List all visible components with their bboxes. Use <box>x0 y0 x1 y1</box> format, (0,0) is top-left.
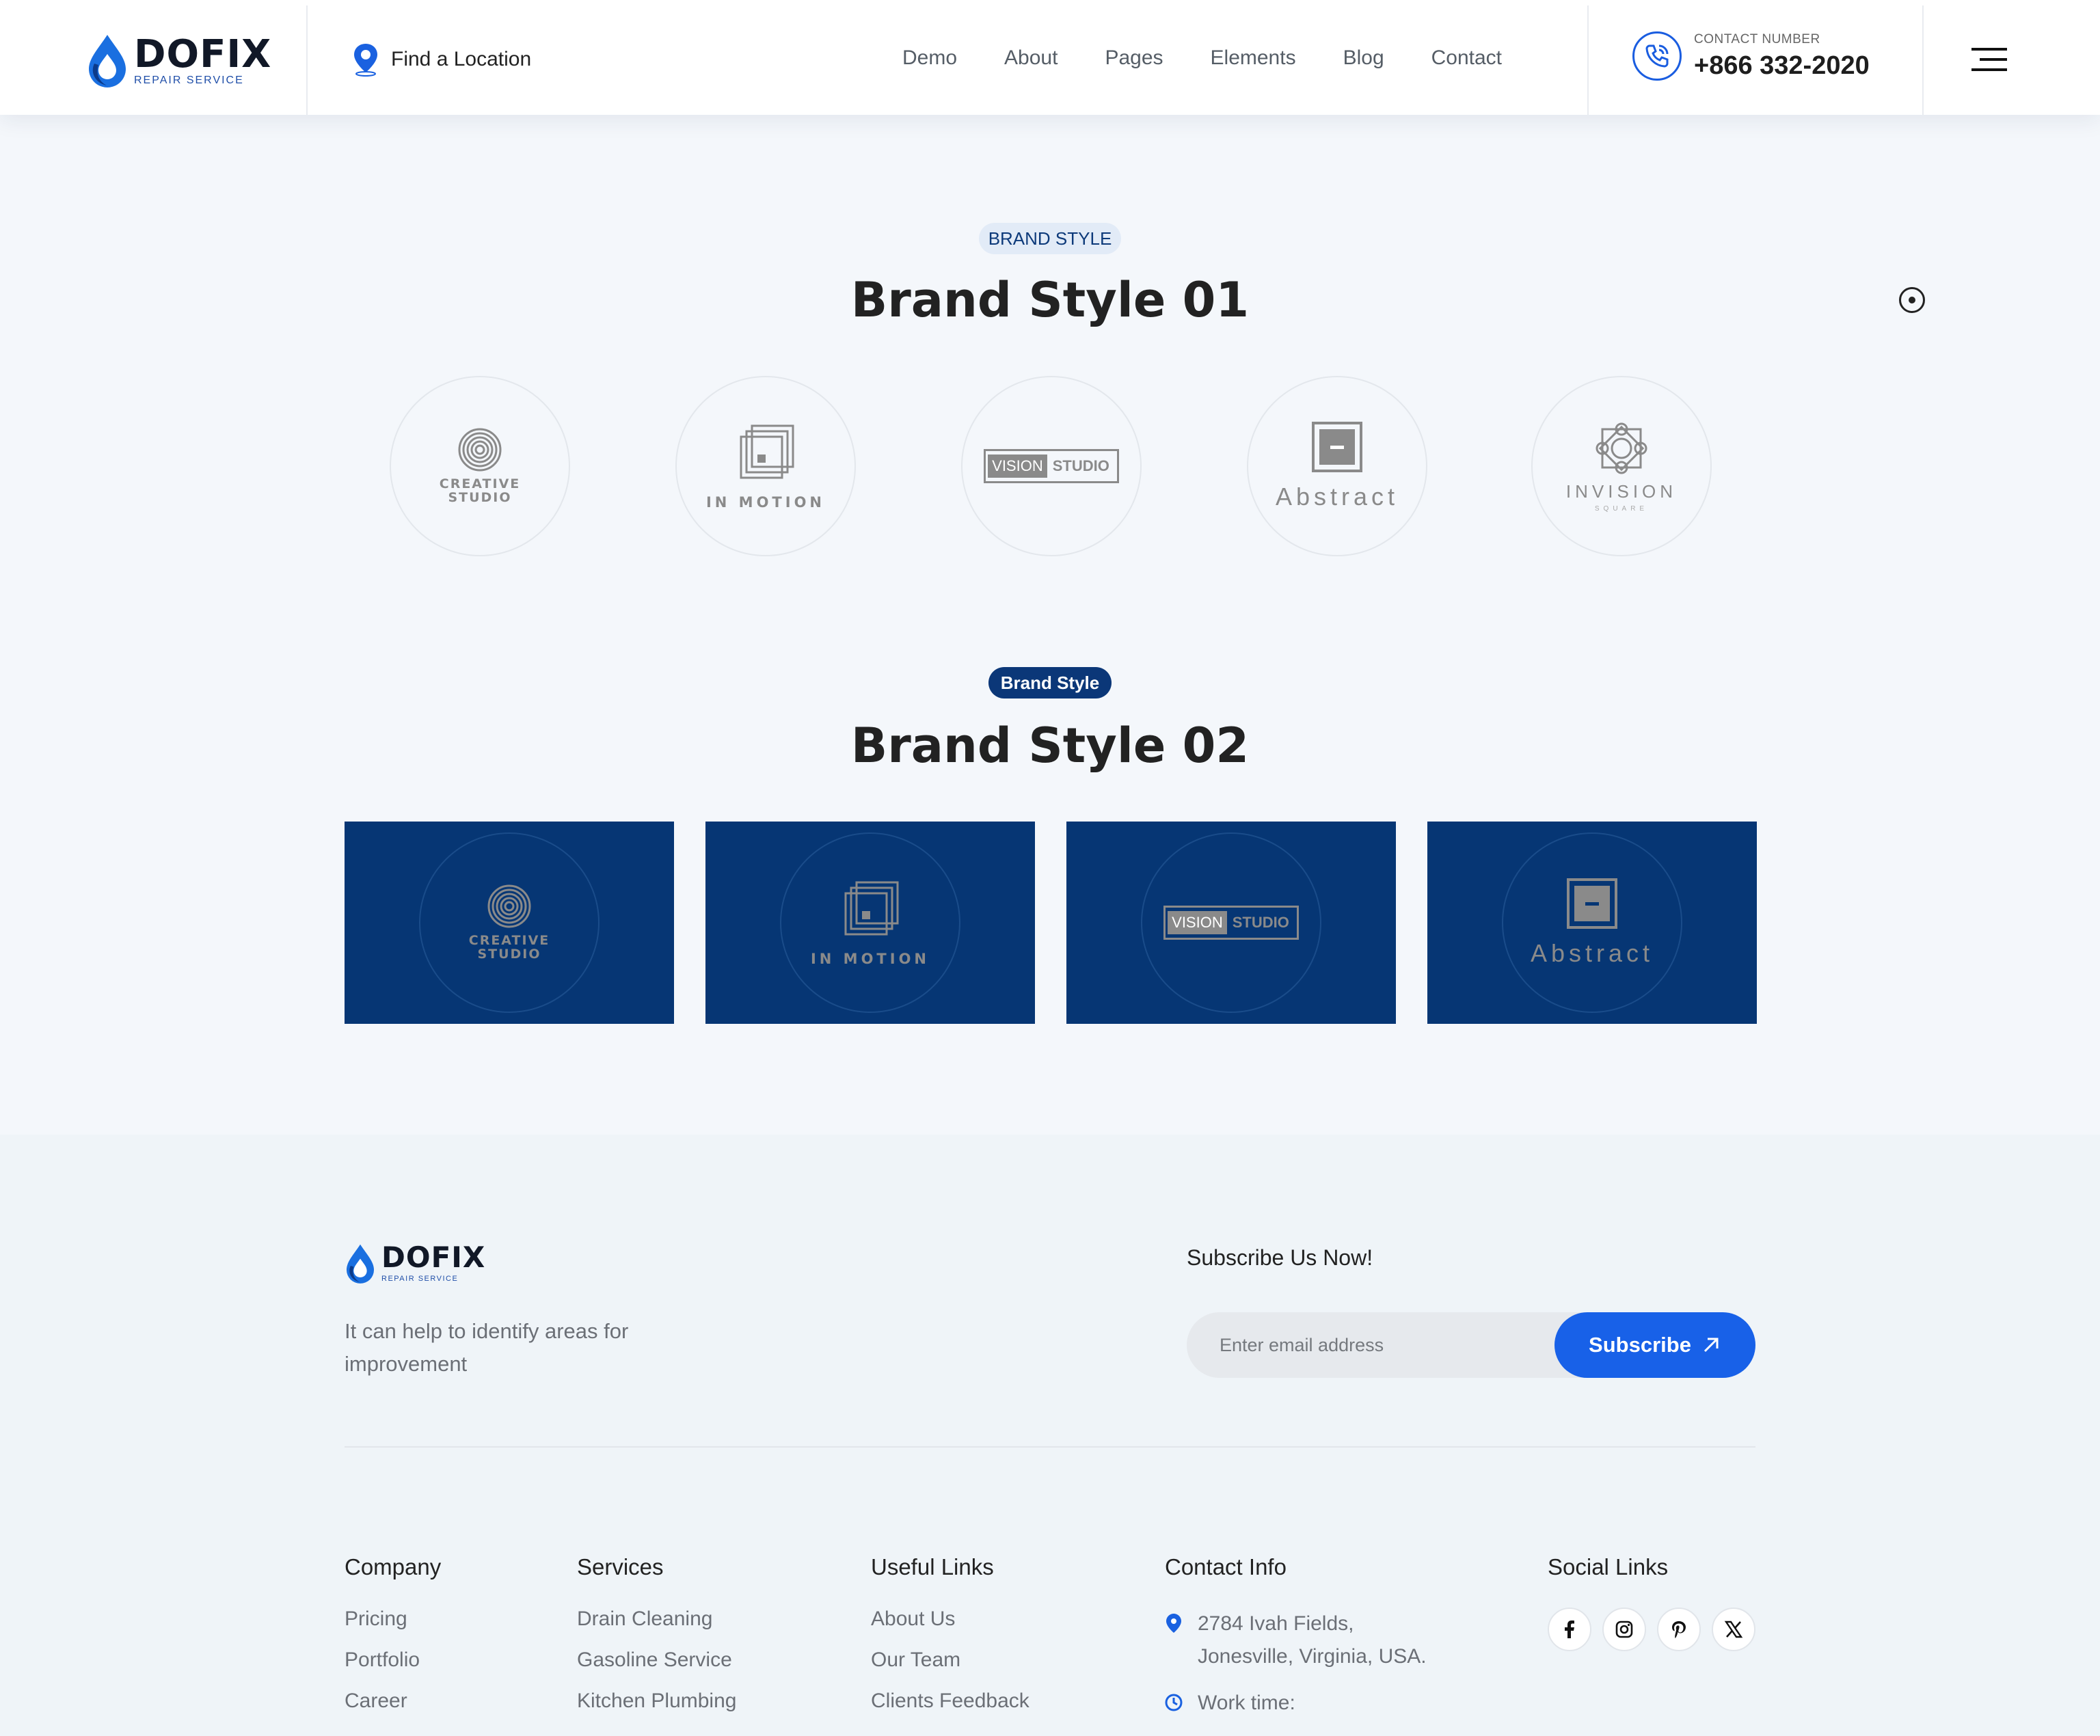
section-title-brand-style-01: Brand Style 01 <box>850 272 1250 328</box>
header-divider <box>1922 5 1924 115</box>
section-title-brand-style-02: Brand Style 02 <box>850 718 1250 774</box>
minus-square-icon <box>1312 422 1362 472</box>
nav-about[interactable]: About <box>1004 46 1058 70</box>
footer-link-career[interactable]: Career <box>345 1690 441 1713</box>
footer-link-pricing[interactable]: Pricing <box>345 1608 441 1631</box>
find-location-link[interactable]: Find a Location <box>350 42 531 77</box>
footer-logo-wordmark: DOFIX <box>381 1240 486 1274</box>
nav-demo[interactable]: Demo <box>902 46 957 70</box>
footer-col-social-links: Social Links <box>1548 1554 1766 1651</box>
contact-address: 2784 Ivah Fields, Jonesville, Virginia, … <box>1198 1612 1427 1668</box>
footer-col-title: Company <box>345 1554 442 1579</box>
footer-description: It can help to identify areas for improv… <box>345 1319 629 1376</box>
facebook-icon[interactable] <box>1548 1608 1591 1651</box>
knot-pattern-icon <box>1596 422 1647 474</box>
spiral-icon <box>458 428 502 472</box>
footer-link-about-us[interactable]: About Us <box>871 1608 1029 1631</box>
footer-link-gasoline-service[interactable]: Gasoline Service <box>577 1649 736 1672</box>
minus-square-icon <box>1567 878 1617 929</box>
water-drop-logo-icon <box>346 1244 375 1284</box>
footer-col-company: Company Pricing Portfolio Career <box>345 1554 441 1731</box>
studio-text: STUDIO <box>1052 457 1109 474</box>
x-icon[interactable] <box>1712 1608 1755 1651</box>
footer-link-our-team[interactable]: Our Team <box>871 1649 1029 1672</box>
brand-card-vision-studio[interactable]: VISION STUDIO <box>1066 822 1396 1024</box>
brand-logo-abstract[interactable]: Abstract <box>1247 376 1427 556</box>
brand-logo-creative-studio[interactable]: CREATIVE STUDIO <box>390 376 570 556</box>
brand-card-creative-studio[interactable]: CREATIVE STUDIO <box>345 822 674 1024</box>
studio-text: STUDIO <box>1232 914 1289 931</box>
footer-col-title: Contact Info <box>1165 1554 1287 1579</box>
contact-work-time: Work time: <box>1198 1692 1295 1714</box>
map-pin-icon <box>354 44 377 77</box>
header-divider <box>1587 5 1589 115</box>
footer-link-portfolio[interactable]: Portfolio <box>345 1649 441 1672</box>
water-drop-logo-icon <box>89 35 126 87</box>
section-pill-brand-style: Brand Style <box>988 667 1112 699</box>
in-motion-text: IN MOTION <box>705 494 825 511</box>
contact-number-block[interactable]: CONTACT NUMBER +866 332-2020 <box>1632 31 1870 81</box>
find-location-label: Find a Location <box>391 48 532 70</box>
in-motion-text: IN MOTION <box>810 951 930 967</box>
studio-text: STUDIO <box>477 947 541 962</box>
layered-squares-icon <box>844 881 899 936</box>
menu-icon[interactable] <box>1971 48 2007 72</box>
brand-logo-in-motion[interactable]: IN MOTION <box>675 376 856 556</box>
vision-text: VISION <box>1168 911 1227 934</box>
main-nav: Demo About Pages Elements Blog Contact <box>902 46 1549 70</box>
brand-card-abstract[interactable]: Abstract <box>1427 822 1757 1024</box>
site-logo[interactable]: DOFIX REPAIR SERVICE <box>86 31 278 90</box>
abstract-text: Abstract <box>1275 483 1399 511</box>
nav-blog[interactable]: Blog <box>1343 46 1384 70</box>
map-pin-icon <box>1166 1614 1181 1633</box>
subscribe-title: Subscribe Us Now! <box>1187 1245 1373 1270</box>
footer-col-title: Useful Links <box>871 1554 994 1579</box>
site-footer <box>0 1135 2100 1736</box>
logo-tagline: REPAIR SERVICE <box>134 74 244 86</box>
creative-text: CREATIVE <box>439 476 521 491</box>
footer-col-useful-links: Useful Links About Us Our Team Clients F… <box>871 1554 1029 1731</box>
subscribe-button-label: Subscribe <box>1589 1333 1691 1357</box>
subscribe-button[interactable]: Subscribe <box>1554 1312 1755 1378</box>
contact-number-label: CONTACT NUMBER <box>1694 31 1820 46</box>
brand-logo-vision-studio[interactable]: VISION STUDIO <box>961 376 1142 556</box>
section-pill-brand-style: BRAND STYLE <box>979 223 1121 254</box>
nav-pages[interactable]: Pages <box>1105 46 1163 70</box>
nav-elements[interactable]: Elements <box>1211 46 1296 70</box>
studio-text: STUDIO <box>448 490 512 505</box>
phone-icon <box>1632 31 1682 81</box>
instagram-icon[interactable] <box>1602 1608 1646 1651</box>
footer-link-kitchen-plumbing[interactable]: Kitchen Plumbing <box>577 1690 736 1713</box>
spiral-icon <box>487 884 531 928</box>
arrow-up-right-icon <box>1704 1338 1719 1353</box>
footer-logo[interactable]: DOFIX REPAIR SERVICE <box>345 1243 485 1285</box>
target-icon[interactable] <box>1899 287 1925 313</box>
footer-col-services: Services Drain Cleaning Gasoline Service… <box>577 1554 736 1731</box>
brand-logo-invision[interactable]: INVISION SQUARE <box>1531 376 1712 556</box>
logo-wordmark: DOFIX <box>134 32 272 77</box>
abstract-text: Abstract <box>1530 939 1654 967</box>
clock-icon <box>1165 1694 1183 1711</box>
footer-col-title: Social Links <box>1548 1554 1669 1579</box>
vision-text: VISION <box>988 455 1047 478</box>
contact-number: +866 332-2020 <box>1694 51 1870 80</box>
site-header: DOFIX REPAIR SERVICE Find a Location Dem… <box>0 0 2100 115</box>
layered-squares-icon <box>740 424 794 479</box>
footer-divider <box>345 1446 1755 1448</box>
header-divider <box>306 5 308 115</box>
invision-text: INVISION <box>1565 481 1678 502</box>
pinterest-icon[interactable] <box>1657 1608 1701 1651</box>
footer-logo-tagline: REPAIR SERVICE <box>381 1275 459 1283</box>
creative-text: CREATIVE <box>468 933 550 948</box>
footer-link-clients-feedback[interactable]: Clients Feedback <box>871 1690 1029 1713</box>
nav-contact[interactable]: Contact <box>1431 46 1502 70</box>
brand-card-in-motion[interactable]: IN MOTION <box>705 822 1035 1024</box>
footer-col-title: Services <box>577 1554 664 1579</box>
footer-link-drain-cleaning[interactable]: Drain Cleaning <box>577 1608 736 1631</box>
square-text: SQUARE <box>1594 505 1649 513</box>
email-input[interactable] <box>1187 1312 1590 1378</box>
footer-col-contact-info: Contact Info 2784 Ivah Fields, Jonesvill… <box>1165 1554 1452 1733</box>
